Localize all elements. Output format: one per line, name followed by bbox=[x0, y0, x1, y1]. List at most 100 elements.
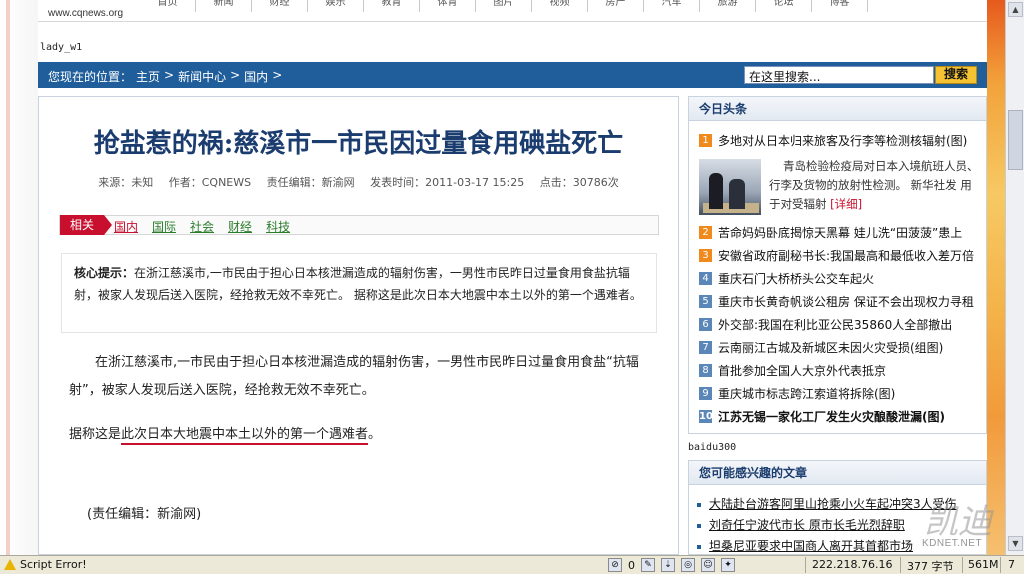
meta-time: 发表时间：2011-03-17 15:25 bbox=[370, 176, 525, 189]
headline-text[interactable]: 重庆石门大桥桥头公交车起火 bbox=[718, 270, 874, 287]
headline-text[interactable]: 苦命妈妈卧底揭惊天黑幕 娃儿洗“田菠菠”患上 bbox=[718, 224, 962, 241]
status-divider bbox=[805, 557, 806, 573]
interest-title: 您可能感兴趣的文章 bbox=[689, 461, 986, 485]
article-paragraph: 在浙江慈溪市,一市民由于担心日本核泄漏造成的辐射伤害，一男性市民昨日过量食用食盐… bbox=[69, 355, 639, 398]
decorative-side-banner bbox=[987, 0, 1005, 555]
search-button[interactable]: 搜索 bbox=[935, 66, 977, 84]
bullet-icon bbox=[697, 523, 701, 528]
article-panel: 抢盐惹的祸:慈溪市一市民因过量食用碘盐死亡 来源：未知 作者：CQNEWS 责任… bbox=[38, 96, 679, 555]
search-input[interactable]: 在这里搜索... bbox=[744, 66, 934, 84]
headline-item[interactable]: 7 云南丽江古城及新城区未因火灾受损(组图) bbox=[699, 336, 983, 359]
feature-more-link[interactable]: [详细] bbox=[830, 197, 862, 211]
status-memory: 561M bbox=[968, 558, 999, 571]
vertical-scrollbar[interactable]: ▲ ▼ bbox=[1005, 0, 1024, 555]
note-suffix: 。 bbox=[368, 427, 382, 442]
status-ip: 222.218.76.16 bbox=[812, 558, 893, 571]
breadcrumb: 您现在的位置： 主页 > 新闻中心 > 国内 > bbox=[48, 68, 282, 85]
article-note: 据称这是此次日本大地震中本土以外的第一个遇难者。 bbox=[69, 423, 382, 445]
breadcrumb-separator: > bbox=[230, 68, 241, 82]
headline-text[interactable]: 首批参加全国人大京外代表抵京 bbox=[718, 362, 886, 379]
feature-body: 青岛检验检疫局对日本入境航班人员、行李及货物的放射性检测。 新华社发 用于对受辐… bbox=[769, 159, 979, 211]
headline-number: 6 bbox=[699, 318, 712, 331]
privacy-icon[interactable]: ☺ bbox=[701, 558, 715, 572]
headline-item[interactable]: 5 重庆市长黄奇帆谈公租房 保证不会出现权力寻租 bbox=[699, 290, 983, 313]
tag-link-society[interactable]: 社会 bbox=[190, 218, 214, 235]
download-icon[interactable]: ⇣ bbox=[661, 558, 675, 572]
headline-item[interactable]: 2 苦命妈妈卧底揭惊天黑幕 娃儿洗“田菠菠”患上 bbox=[699, 221, 983, 244]
photo-person bbox=[709, 173, 723, 209]
headline-item[interactable]: 4 重庆石门大桥桥头公交车起火 bbox=[699, 267, 983, 290]
headline-text[interactable]: 外交部:我国在利比亚公民35860人全部撤出 bbox=[718, 316, 952, 333]
kdnet-watermark: 凯迪 KDNET.NET bbox=[920, 494, 1004, 552]
watermark-glyph: 凯迪 bbox=[924, 502, 992, 542]
decorative-stripe bbox=[6, 0, 10, 555]
headline-number: 5 bbox=[699, 295, 712, 308]
breadcrumb-bar: 您现在的位置： 主页 > 新闻中心 > 国内 > 在这里搜索... 搜索 bbox=[38, 62, 987, 88]
breadcrumb-item-news[interactable]: 新闻中心 bbox=[178, 68, 226, 85]
headline-number: 3 bbox=[699, 249, 712, 262]
top-nav-item[interactable]: 旅游 bbox=[700, 0, 756, 12]
summary-text: 在浙江慈溪市,一市民由于担心日本核泄漏造成的辐射伤害，一男性市民昨日过量食用食盐… bbox=[74, 266, 642, 302]
tag-link-international[interactable]: 国际 bbox=[152, 218, 176, 235]
headline-text[interactable]: 江苏无锡一家化工厂发生火灾酿酸泄漏(图) bbox=[718, 408, 945, 425]
top-nav-item[interactable]: 图片 bbox=[476, 0, 532, 12]
headline-number: 1 bbox=[699, 134, 712, 147]
summary-label: 核心提示： bbox=[74, 266, 135, 280]
headline-item[interactable]: 3 安徽省政府副秘书长:我国最高和最低收入差万倍 bbox=[699, 244, 983, 267]
note-underlined: 此次日本大地震中本土以外的第一个遇难者 bbox=[121, 427, 369, 445]
scroll-thumb[interactable] bbox=[1008, 110, 1023, 170]
headline-feature: 青岛检验检疫局对日本入境航班人员、行李及货物的放射性检测。 新华社发 用于对受辐… bbox=[699, 157, 983, 215]
security-icon[interactable]: ✎ bbox=[641, 558, 655, 572]
headline-text[interactable]: 云南丽江古城及新城区未因火灾受损(组图) bbox=[718, 339, 943, 356]
top-nav-item[interactable]: 论坛 bbox=[756, 0, 812, 12]
article-summary: 核心提示：在浙江慈溪市,一市民由于担心日本核泄漏造成的辐射伤害，一男性市民昨日过… bbox=[61, 253, 657, 333]
addon-icon[interactable]: ✦ bbox=[721, 558, 735, 572]
ad-placeholder-label: baidu300 bbox=[688, 442, 737, 453]
headline-text[interactable]: 多地对从日本归来旅客及行李等检测核辐射(图) bbox=[718, 132, 967, 149]
headline-number: 9 bbox=[699, 387, 712, 400]
status-number: 7 bbox=[1008, 558, 1015, 571]
interest-link[interactable]: 刘奇任宁波代市长 原市长毛光烈辞职 bbox=[709, 518, 905, 532]
top-nav-item[interactable]: 视频 bbox=[532, 0, 588, 12]
top-nav-item[interactable]: 首页 bbox=[140, 0, 196, 12]
top-nav-item[interactable]: 体育 bbox=[420, 0, 476, 12]
tag-link-domestic[interactable]: 国内 bbox=[114, 218, 138, 235]
headline-item[interactable]: 1 多地对从日本归来旅客及行李等检测核辐射(图) bbox=[699, 129, 983, 152]
article-editor: (责任编辑：新渝网) bbox=[87, 507, 202, 522]
watermark-text: KDNET.NET bbox=[922, 538, 983, 549]
meta-clicks: 点击：30786次 bbox=[539, 176, 619, 189]
scroll-up-icon[interactable]: ▲ bbox=[1008, 2, 1023, 17]
headlines-panel: 今日头条 1 多地对从日本归来旅客及行李等检测核辐射(图) 青岛检验检疫局对日本… bbox=[688, 96, 987, 434]
headline-item[interactable]: 6 外交部:我国在利比亚公民35860人全部撤出 bbox=[699, 313, 983, 336]
breadcrumb-item-home[interactable]: 主页 bbox=[136, 68, 160, 85]
top-nav-item[interactable]: 娱乐 bbox=[308, 0, 364, 12]
headline-text[interactable]: 安徽省政府副秘书长:我国最高和最低收入差万倍 bbox=[718, 247, 974, 264]
headline-item[interactable]: 9 重庆城市标志跨江索道将拆除(图) bbox=[699, 382, 983, 405]
top-nav-item[interactable]: 汽车 bbox=[644, 0, 700, 12]
warning-icon bbox=[4, 558, 16, 571]
tag-link-finance[interactable]: 财经 bbox=[228, 218, 252, 235]
status-divider bbox=[900, 557, 901, 573]
top-nav-item[interactable]: 博客 bbox=[812, 0, 868, 12]
headline-item[interactable]: 8 首批参加全国人大京外代表抵京 bbox=[699, 359, 983, 382]
scroll-down-icon[interactable]: ▼ bbox=[1008, 536, 1023, 551]
note-prefix: 据称这是 bbox=[69, 427, 122, 442]
article-meta: 来源：未知 作者：CQNEWS 责任编辑：新渝网 发表时间：2011-03-17… bbox=[39, 174, 678, 190]
headline-text[interactable]: 重庆城市标志跨江索道将拆除(图) bbox=[718, 385, 895, 402]
headline-text[interactable]: 重庆市长黄奇帆谈公租房 保证不会出现权力寻租 bbox=[718, 293, 974, 310]
popup-blocker-icon[interactable]: ⊘ bbox=[608, 558, 622, 572]
top-nav-item[interactable]: 新闻 bbox=[196, 0, 252, 12]
tag-link-tech[interactable]: 科技 bbox=[266, 218, 290, 235]
top-nav-item[interactable]: 财经 bbox=[252, 0, 308, 12]
headline-item[interactable]: 10 江苏无锡一家化工厂发生火灾酿酸泄漏(图) bbox=[699, 405, 983, 428]
script-error-indicator[interactable]: Script Error! bbox=[4, 558, 87, 571]
feature-photo[interactable] bbox=[699, 159, 761, 215]
zone-icon[interactable]: ◎ bbox=[681, 558, 695, 572]
top-nav-item[interactable]: 房产 bbox=[588, 0, 644, 12]
top-nav: 首页 新闻 财经 娱乐 教育 体育 图片 视频 房产 汽车 旅游 论坛 博客 bbox=[140, 0, 868, 12]
bullet-icon bbox=[697, 502, 701, 507]
top-nav-item[interactable]: 教育 bbox=[364, 0, 420, 12]
interest-link[interactable]: 坦桑尼亚要求中国商人离开其首都市场 bbox=[709, 539, 913, 553]
breadcrumb-item-domestic[interactable]: 国内 bbox=[244, 68, 268, 85]
site-top-bar: www.cqnews.org 首页 新闻 财经 娱乐 教育 体育 图片 视频 房… bbox=[0, 0, 1024, 22]
